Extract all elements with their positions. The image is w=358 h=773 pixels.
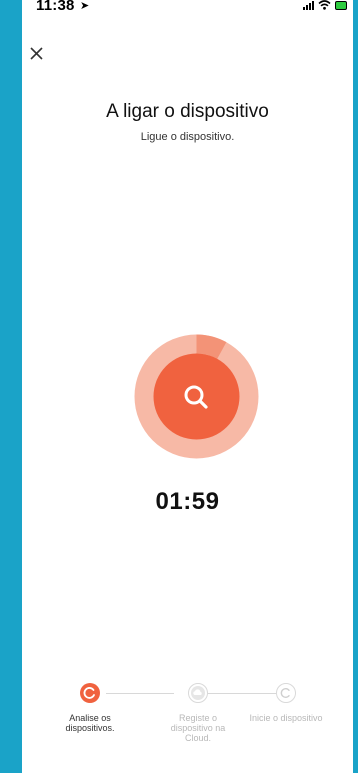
step-label: Inicie o dispositivo [249, 713, 323, 723]
step-label: Registe o dispositivo na Cloud. [170, 713, 226, 743]
scanner-core [153, 353, 240, 440]
battery-icon [335, 0, 347, 10]
wifi-icon [318, 0, 331, 10]
location-arrow-icon: ➤ [80, 0, 90, 12]
status-icons [303, 0, 347, 10]
step-start: Inicie o dispositivo [246, 680, 326, 723]
close-icon[interactable] [26, 42, 52, 68]
refresh-icon [80, 683, 100, 703]
step-analyze: Analise os dispositivos. [50, 680, 130, 733]
status-time: 11:38 [36, 0, 75, 14]
step-label: Analise os dispositivos. [65, 713, 115, 733]
progress-steps: Analise os dispositivos. Registe o dispo… [22, 680, 353, 760]
cloud-icon [188, 683, 208, 703]
page-subtitle: Ligue o dispositivo. [140, 131, 235, 143]
countdown-timer: 01:59 [155, 488, 220, 515]
step-register: Registe o dispositivo na Cloud. [158, 680, 238, 743]
power-icon [276, 683, 296, 703]
page-title: A ligar o dispositivo [106, 101, 269, 122]
status-bar: 11:38 ➤ [22, 0, 353, 14]
scanner-progress [134, 334, 259, 459]
signal-icon [303, 0, 314, 10]
